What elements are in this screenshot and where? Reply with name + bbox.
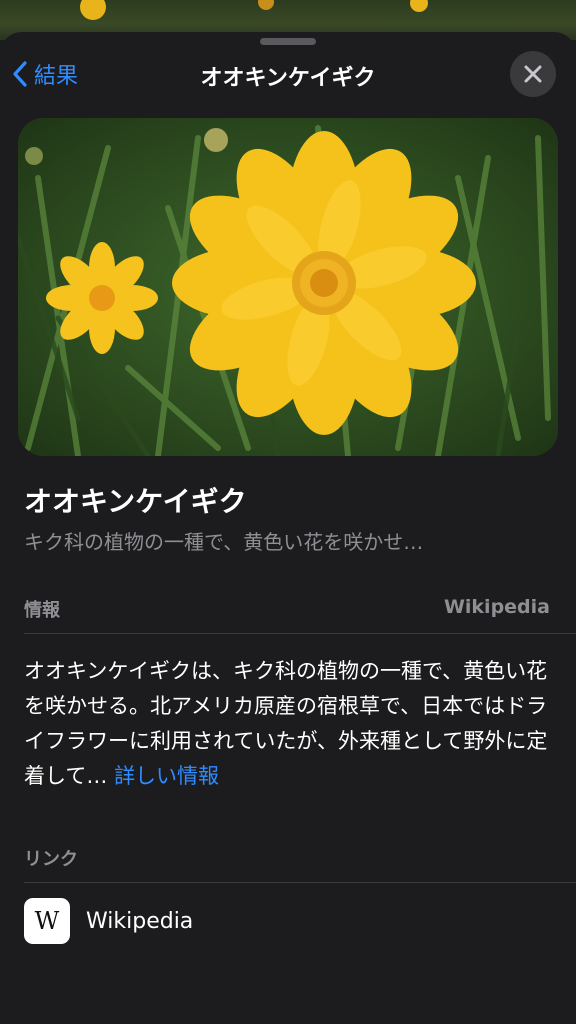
- close-button[interactable]: [510, 51, 556, 97]
- info-description: オオキンケイギクは、キク科の植物の一種で、黄色い花を咲かせる。北アメリカ原産の宿…: [24, 654, 554, 794]
- info-section-label: 情報: [24, 600, 60, 621]
- info-source-label: Wikipedia: [443, 596, 550, 618]
- flower-photo-image: [18, 118, 558, 456]
- more-info-link[interactable]: 詳しい情報: [114, 764, 219, 788]
- wikipedia-icon: W: [24, 898, 70, 944]
- links-divider: [24, 882, 576, 883]
- result-title: オオキンケイギク: [24, 485, 247, 518]
- result-subtitle: キク科の植物の一種で、黄色い花を咲かせ…: [24, 530, 424, 554]
- wikipedia-link-row[interactable]: W Wikipedia: [24, 898, 193, 944]
- sheet-grabber[interactable]: [260, 38, 316, 45]
- background-flower: [410, 0, 428, 12]
- navigation-bar: 結果 オオキンケイギク: [0, 50, 576, 100]
- chevron-left-icon: [13, 61, 27, 87]
- visual-lookup-sheet: 結果 オオキンケイギク オオキンケイギク キク科の植物の一種で、黄色い花を咲かせ…: [0, 32, 576, 1024]
- back-label: 結果: [34, 64, 79, 89]
- background-flower: [258, 0, 274, 10]
- info-divider: [24, 633, 576, 634]
- flower-photo[interactable]: [18, 118, 558, 456]
- links-section-label: リンク: [24, 849, 78, 870]
- wikipedia-link-label: Wikipedia: [86, 908, 194, 934]
- back-button[interactable]: 結果: [12, 56, 78, 92]
- description-text: オオキンケイギクは、キク科の植物の一種で、黄色い花を咲かせる。北アメリカ原産の宿…: [24, 659, 548, 788]
- background-flower: [80, 0, 106, 20]
- nav-title: オオキンケイギク: [200, 66, 376, 91]
- close-icon: [524, 65, 542, 83]
